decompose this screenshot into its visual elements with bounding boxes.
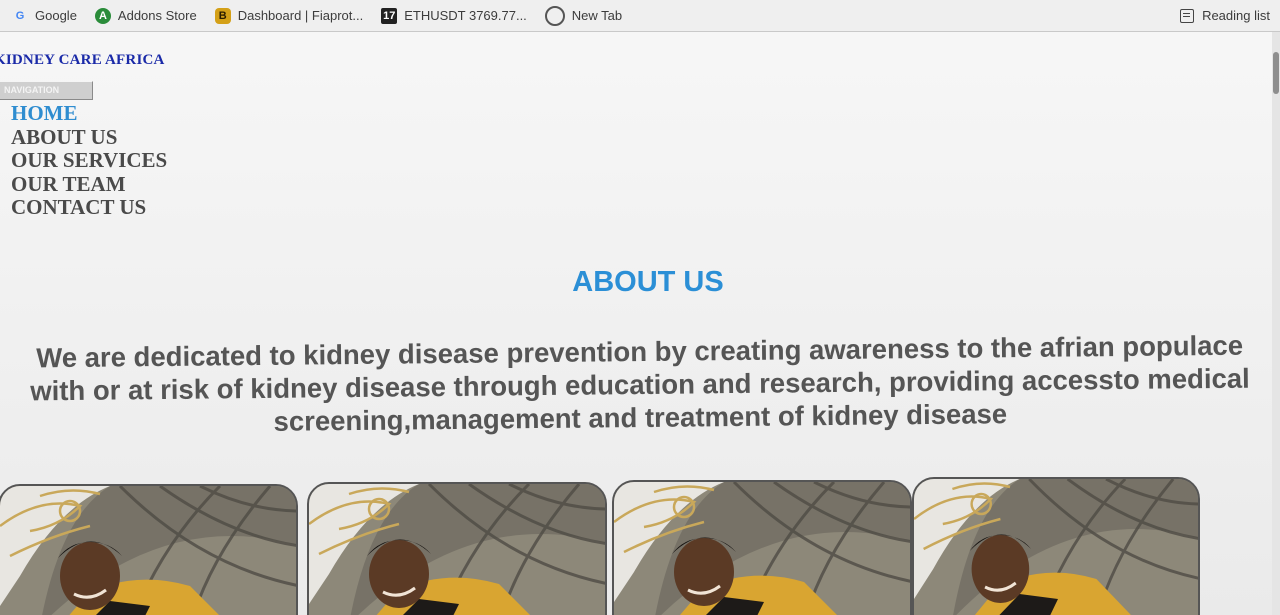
bookmark-label: ETHUSDT 3769.77... [404,8,527,23]
google-icon: G [15,9,25,22]
nav-item-contact-us[interactable]: CONTACT US [11,195,167,220]
bookmark-label: Addons Store [117,8,197,23]
nav-item-about-us[interactable]: ABOUT US [11,125,167,150]
main-nav: HOME ABOUT US OUR SERVICES OUR TEAM CONT… [11,101,167,220]
reading-list-label: Reading list [1202,8,1270,23]
bookmark-new-tab[interactable]: New Tab [544,5,623,26]
team-photo [307,482,607,615]
team-photo [0,484,298,615]
nav-item-home[interactable]: HOME [11,101,167,126]
bookmarks-bar: G Google A Addons Store B Dashboard | Fi… [0,0,1280,32]
bookmark-addons-store[interactable]: A Addons Store [94,7,197,24]
site-brand[interactable]: KIDNEY CARE AFRICA [0,52,165,69]
about-heading: ABOUT US [572,266,724,298]
dashboard-icon: B [214,7,231,24]
bookmark-ethusdt[interactable]: 17 ETHUSDT 3769.77... [381,7,527,24]
team-photo [912,477,1200,615]
addons-store-icon: A [94,7,111,24]
navigation-toggle-button[interactable]: NAVIGATION [0,81,93,100]
tradingview-icon: 17 [381,7,398,24]
bookmark-dashboard[interactable]: B Dashboard | Fiaprot... [214,7,364,24]
globe-icon [544,5,565,26]
bookmark-label: Dashboard | Fiaprot... [237,8,364,23]
nav-item-our-team[interactable]: OUR TEAM [11,172,167,197]
bookmark-google[interactable]: G Google [12,8,77,24]
nav-item-our-services[interactable]: OUR SERVICES [11,148,167,173]
reading-list-icon [1180,8,1195,23]
about-description: We are dedicated to kidney disease preve… [30,329,1250,437]
scrollbar-thumb[interactable] [1273,52,1279,94]
reading-list-button[interactable]: Reading list [1180,8,1270,23]
team-photo [612,480,912,615]
web-page: KIDNEY CARE AFRICA NAVIGATION HOME ABOUT… [0,32,1272,615]
bookmark-label: New Tab [571,8,623,23]
bookmark-label: Google [35,8,77,23]
vertical-scrollbar[interactable] [1272,32,1280,615]
